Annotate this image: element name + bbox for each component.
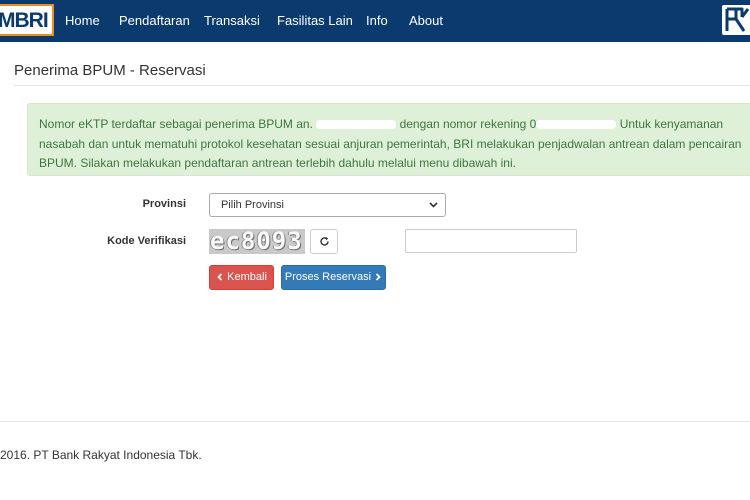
footer-divider	[0, 421, 750, 422]
provinsi-select-value: Pilih Provinsi	[221, 199, 284, 211]
info-alert: Nomor eKTP terdaftar sebagai penerima BP…	[27, 103, 750, 176]
chevron-right-icon	[375, 273, 381, 281]
nav-item-transaksi[interactable]: Transaksi	[204, 0, 260, 42]
alert-text-part1: Nomor eKTP terdaftar sebagai penerima BP…	[39, 117, 317, 131]
provinsi-label: Provinsi	[142, 198, 186, 210]
bri-logo-icon	[722, 5, 750, 35]
navbar: MBRI Home Pendaftaran Transaksi Fasilita…	[0, 0, 750, 42]
page-title: Penerima BPUM - Reservasi	[14, 62, 206, 79]
proses-reservasi-button[interactable]: Proses Reservasi	[281, 265, 386, 290]
alert-text-part2: dengan nomor rekening 0	[396, 117, 537, 131]
captcha-image: ec8093	[209, 229, 305, 254]
proses-reservasi-button-label: Proses Reservasi	[284, 271, 372, 283]
brand-logo-text: MBRI	[0, 9, 49, 32]
captcha-input[interactable]	[405, 229, 577, 253]
chevron-down-icon	[429, 202, 438, 208]
nav-item-pendaftaran[interactable]: Pendaftaran	[119, 0, 190, 42]
nav-item-about[interactable]: About	[409, 0, 443, 42]
refresh-captcha-button[interactable]	[310, 229, 338, 254]
kode-verifikasi-label: Kode Verifikasi	[107, 235, 186, 247]
nav-item-fasilitas-lain[interactable]: Fasilitas Lain	[277, 0, 353, 42]
footer-copyright: 2016. PT Bank Rakyat Indonesia Tbk.	[0, 448, 202, 462]
provinsi-select[interactable]: Pilih Provinsi	[209, 193, 446, 217]
brand-logo[interactable]: MBRI	[0, 4, 54, 36]
refresh-icon	[320, 236, 329, 246]
redacted-name	[316, 120, 397, 130]
nav-item-info[interactable]: Info	[366, 0, 388, 42]
kembali-button-label: Kembali	[227, 271, 267, 283]
kembali-button[interactable]: Kembali	[209, 265, 274, 290]
nav-item-home[interactable]: Home	[65, 0, 100, 42]
redacted-account	[536, 120, 617, 130]
title-divider	[14, 85, 750, 86]
chevron-left-icon	[217, 273, 223, 281]
alert-message: Nomor eKTP terdaftar sebagai penerima BP…	[39, 115, 750, 174]
captcha-text: ec8093	[210, 229, 303, 254]
